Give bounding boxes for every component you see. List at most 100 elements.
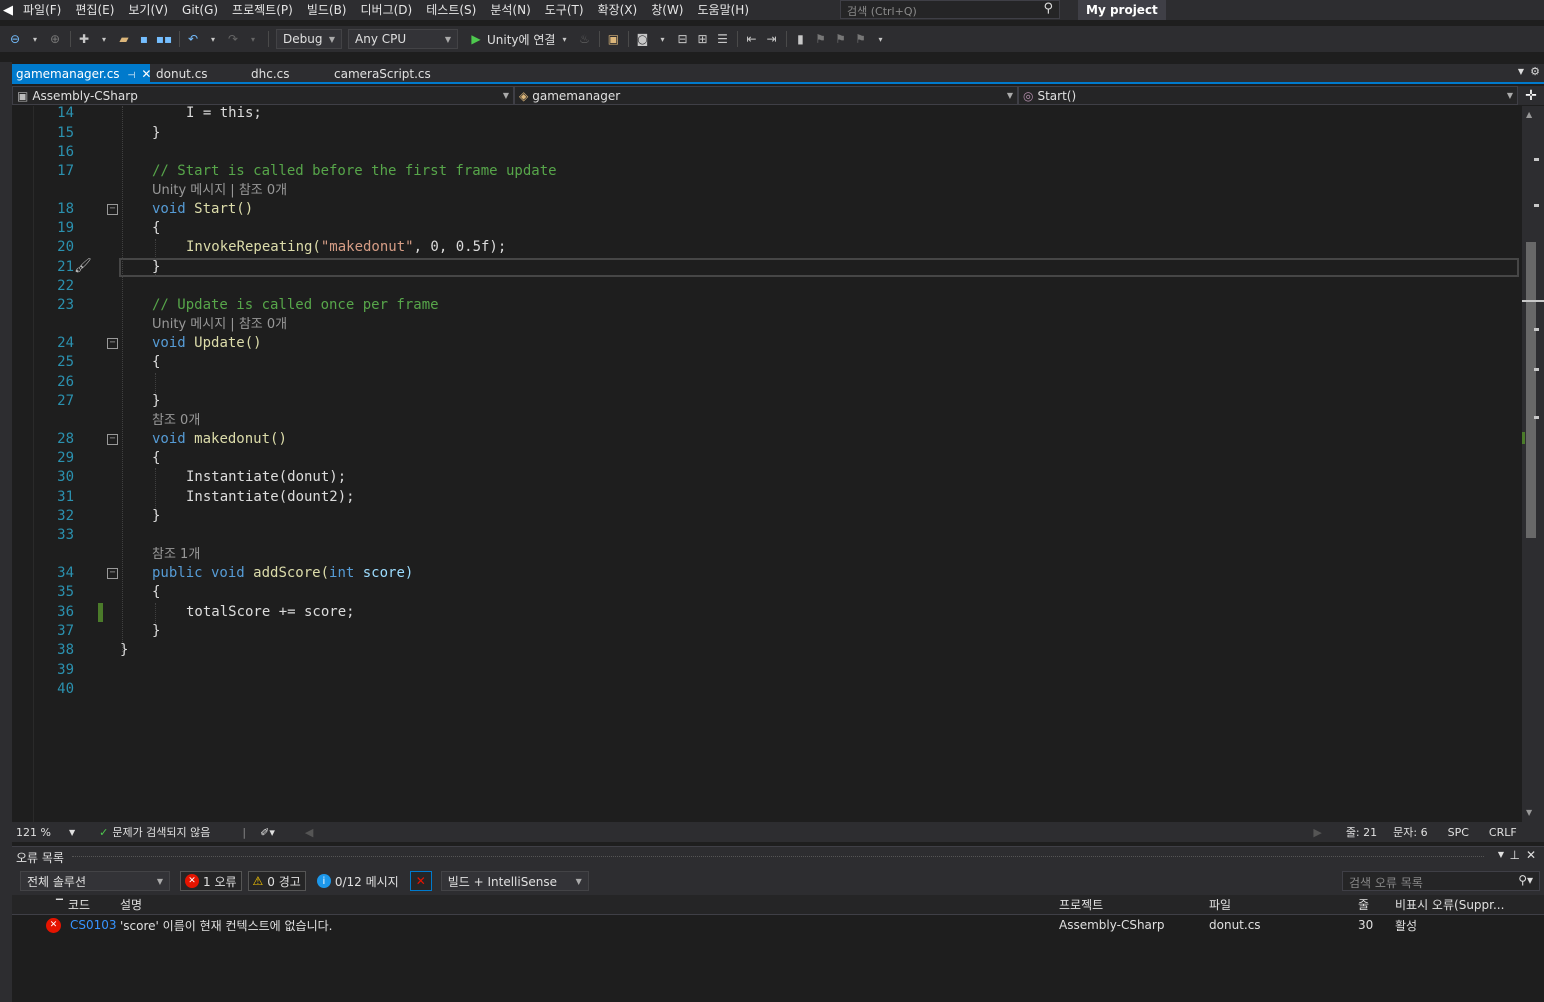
drag-grip[interactable]: [72, 856, 1484, 859]
scroll-down-icon[interactable]: ▼: [1526, 808, 1532, 817]
char-position[interactable]: 문자: 6: [1393, 824, 1427, 840]
header-line[interactable]: 줄: [1358, 896, 1369, 913]
new-item-dropdown-icon[interactable]: ▾: [95, 29, 113, 49]
run-dropdown-icon[interactable]: ▾: [555, 29, 573, 49]
structure-icon[interactable]: ⊟: [673, 29, 691, 49]
tab-camerascript[interactable]: cameraScript.cs: [330, 64, 435, 84]
code-area[interactable]: 14 I = this; 15} 16 17 // Start is called …: [12, 106, 1522, 822]
menu-item[interactable]: 파일(F): [16, 0, 68, 20]
toolbar-options-icon[interactable]: ▾: [871, 29, 889, 49]
tab-dhc[interactable]: dhc.cs: [247, 64, 293, 84]
menu-item[interactable]: 분석(N): [483, 0, 537, 20]
menu-item[interactable]: 디버그(D): [354, 0, 420, 20]
browse-folder-icon[interactable]: ▣: [604, 29, 622, 49]
redo-dropdown-icon[interactable]: ▾: [244, 29, 262, 49]
line-ending[interactable]: CRLF: [1489, 826, 1517, 839]
line-position[interactable]: 줄: 21: [1346, 824, 1377, 840]
warnings-filter-button[interactable]: ⚠ 0 경고: [247, 871, 306, 891]
list-icon[interactable]: ☰: [713, 29, 731, 49]
collapse-icon[interactable]: −: [107, 204, 118, 215]
pin-icon[interactable]: ⊣: [128, 71, 136, 81]
prev-bookmark-icon[interactable]: ⚑: [811, 29, 829, 49]
back-icon[interactable]: ⊖: [6, 29, 24, 49]
menu-item[interactable]: 테스트(S): [419, 0, 483, 20]
close-icon[interactable]: ✕: [141, 67, 151, 81]
tab-donut[interactable]: donut.cs: [152, 64, 212, 84]
back-dropdown-icon[interactable]: ▾: [26, 29, 44, 49]
forward-icon[interactable]: ⊕: [46, 29, 64, 49]
redo-icon[interactable]: ↷: [224, 29, 242, 49]
scroll-left-icon[interactable]: ◀: [305, 826, 313, 839]
menu-item[interactable]: 프로젝트(P): [225, 0, 300, 20]
codelens[interactable]: 참조 1개: [12, 545, 1522, 564]
zoom-dropdown-icon[interactable]: ▼: [69, 828, 75, 837]
class-dropdown[interactable]: ◈ gamemanager ▼: [514, 86, 1018, 105]
menu-item[interactable]: 확장(X): [591, 0, 645, 20]
close-icon[interactable]: ✕: [1526, 848, 1536, 862]
indent-icon[interactable]: ⇤: [742, 29, 760, 49]
scroll-up-icon[interactable]: ▲: [1526, 110, 1532, 119]
search-icon[interactable]: ⚲: [1043, 1, 1053, 16]
save-all-icon[interactable]: ▪▪: [155, 29, 173, 49]
tab-overflow-icon[interactable]: ▼: [1518, 67, 1524, 76]
menu-item[interactable]: 편집(E): [68, 0, 121, 20]
menu-item[interactable]: 창(W): [644, 0, 690, 20]
menu-item[interactable]: 도구(T): [538, 0, 591, 20]
run-button[interactable]: Unity에 연결: [487, 31, 555, 48]
undo-icon[interactable]: ↶: [184, 29, 202, 49]
scroll-right-icon[interactable]: ▶: [1313, 826, 1321, 839]
codelens[interactable]: Unity 메시지 | 참조 0개: [12, 315, 1522, 334]
issues-status[interactable]: 문제가 검색되지 않음: [112, 824, 210, 840]
build-filter-select[interactable]: 빌드 + IntelliSense ▼: [440, 871, 589, 891]
visual-studio-logo-icon[interactable]: ◀: [0, 0, 16, 20]
tab-gamemanager[interactable]: gamemanager.cs ⊣ ✕: [12, 64, 151, 84]
menu-item[interactable]: Git(G): [175, 0, 225, 20]
menu-item[interactable]: 도움말(H): [691, 0, 757, 20]
collapse-icon[interactable]: −: [107, 338, 118, 349]
bookmark-icon[interactable]: ▮: [791, 29, 809, 49]
menu-item[interactable]: 빌드(B): [300, 0, 354, 20]
screenshot-dropdown-icon[interactable]: ▾: [653, 29, 671, 49]
next-bookmark-icon[interactable]: ⚑: [831, 29, 849, 49]
hot-reload-icon[interactable]: ♨: [575, 29, 593, 49]
errors-filter-button[interactable]: ✕ 1 오류: [180, 871, 242, 891]
undo-dropdown-icon[interactable]: ▾: [204, 29, 222, 49]
indent-mode[interactable]: SPC: [1448, 826, 1469, 839]
save-icon[interactable]: ▪: [135, 29, 153, 49]
codelens[interactable]: 참조 0개: [12, 411, 1522, 430]
scope-select[interactable]: 전체 솔루션 ▼: [20, 871, 170, 891]
screenshot-icon[interactable]: ◙: [633, 29, 651, 49]
header-file[interactable]: 파일: [1209, 896, 1231, 913]
scroll-thumb[interactable]: [1526, 242, 1536, 538]
new-item-icon[interactable]: ✚: [75, 29, 93, 49]
header-suppression[interactable]: 비표시 오류(Suppr...: [1395, 896, 1504, 913]
header-code[interactable]: 코드: [68, 896, 90, 913]
code-editor[interactable]: 🖌 14 I = this; 15} 16 17// Start is calle…: [12, 106, 1522, 822]
vertical-scrollbar[interactable]: ▲ ▼: [1522, 106, 1544, 822]
menu-item[interactable]: 보기(V): [121, 0, 175, 20]
error-row[interactable]: ✕ CS0103 'score' 이름이 현재 컨텍스트에 없습니다. Asse…: [12, 915, 1544, 935]
collapse-icon[interactable]: −: [107, 568, 118, 579]
pin-icon[interactable]: ⊥: [1510, 848, 1520, 862]
header-project[interactable]: 프로젝트: [1059, 896, 1103, 913]
header-description[interactable]: 설명: [120, 896, 142, 913]
open-folder-icon[interactable]: ▰: [115, 29, 133, 49]
platform-select[interactable]: Any CPU ▼: [348, 29, 458, 49]
search-input[interactable]: 검색 (Ctrl+Q) ⚲: [840, 0, 1060, 19]
split-add-icon[interactable]: ✛: [1518, 86, 1544, 105]
project-dropdown[interactable]: ▣ Assembly-CSharp ▼: [12, 86, 514, 105]
codelens[interactable]: Unity 메시지 | 참조 0개: [12, 181, 1522, 200]
panel-menu-icon[interactable]: ▼: [1498, 850, 1504, 859]
collapse-icon[interactable]: −: [107, 434, 118, 445]
brush-icon[interactable]: ✐▾: [260, 826, 275, 839]
play-icon[interactable]: ▶: [467, 29, 485, 49]
error-code-link[interactable]: CS0103: [70, 918, 117, 932]
search-icon[interactable]: ⚲▾: [1518, 873, 1533, 887]
messages-filter-button[interactable]: i 0/12 메시지: [312, 871, 404, 891]
gear-icon[interactable]: ⚙: [1530, 65, 1540, 78]
clear-bookmarks-icon[interactable]: ⚑: [851, 29, 869, 49]
tree-icon[interactable]: ⊞: [693, 29, 711, 49]
member-dropdown[interactable]: ◎ Start() ▼: [1018, 86, 1518, 105]
zoom-level[interactable]: 121 %: [16, 826, 51, 839]
outdent-icon[interactable]: ⇥: [762, 29, 780, 49]
